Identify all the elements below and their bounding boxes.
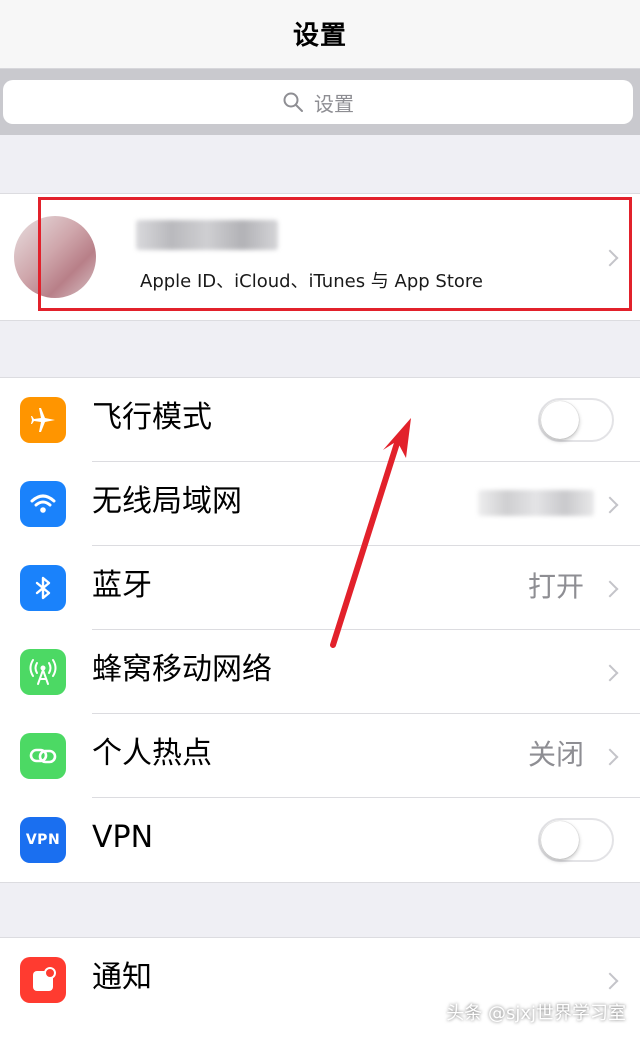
cellular-icon	[20, 649, 66, 695]
settings-row-airplane-mode[interactable]: 飞行模式	[0, 378, 640, 462]
highlight-box	[38, 197, 632, 311]
settings-row-label: 蓝牙	[92, 568, 152, 603]
chevron-right-icon	[601, 748, 619, 766]
airplane-mode-toggle[interactable]	[538, 398, 614, 442]
wifi-icon	[20, 481, 66, 527]
chevron-right-icon	[601, 580, 619, 598]
search-input[interactable]: 设置	[3, 80, 633, 124]
settings-row-label: 飞行模式	[92, 400, 212, 435]
settings-row-wifi[interactable]: 无线局域网	[0, 462, 640, 546]
settings-row-value: 关闭	[527, 738, 584, 771]
settings-row-cellular[interactable]: 蜂窝移动网络	[0, 630, 640, 714]
notifications-icon	[20, 957, 66, 1003]
settings-row-label: 蜂窝移动网络	[92, 652, 272, 687]
settings-row-value: 打开	[527, 570, 584, 603]
settings-row-label: 无线局域网	[92, 484, 242, 519]
chevron-right-icon	[601, 496, 619, 514]
search-placeholder: 设置	[314, 91, 354, 116]
bluetooth-icon	[20, 565, 66, 611]
watermark: 头条 @sjxj世界学习室	[446, 1003, 626, 1024]
settings-row-vpn[interactable]: VPN VPN	[0, 798, 640, 882]
settings-row-label: VPN	[92, 820, 154, 855]
chevron-right-icon	[601, 972, 619, 990]
page-title: 设置	[292, 20, 347, 51]
settings-row-label: 个人热点	[92, 736, 212, 771]
settings-row-bluetooth[interactable]: 蓝牙 打开	[0, 546, 640, 630]
vpn-toggle[interactable]	[538, 818, 614, 862]
nav-bar: 设置	[0, 0, 640, 69]
vpn-icon: VPN	[20, 817, 66, 863]
search-area: 设置	[0, 69, 640, 135]
notifications-group: 通知	[0, 937, 640, 1048]
chevron-right-icon	[601, 664, 619, 682]
search-icon	[283, 92, 303, 112]
settings-group: 飞行模式 无线局域网 蓝牙 打开 蜂窝移动网络 个人热点 关闭 VPN VPN	[0, 377, 640, 883]
vpn-icon-text: VPN	[25, 832, 61, 848]
blurred-network-name	[478, 490, 594, 516]
settings-row-label: 通知	[92, 960, 152, 995]
settings-row-personal-hotspot[interactable]: 个人热点 关闭	[0, 714, 640, 798]
hotspot-icon	[20, 733, 66, 779]
airplane-icon	[20, 397, 66, 443]
